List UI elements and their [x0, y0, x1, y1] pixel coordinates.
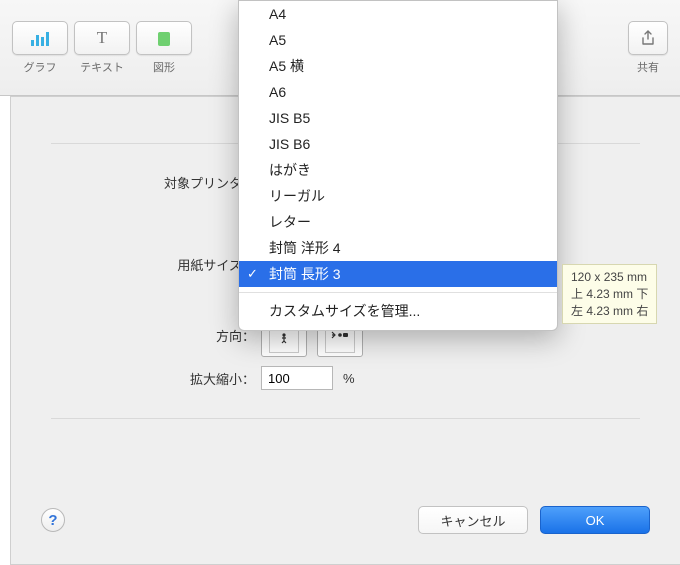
paper-size-option[interactable]: A5: [239, 27, 557, 53]
toolbar-label: 共有: [637, 59, 659, 75]
help-button[interactable]: ?: [41, 508, 65, 532]
toolbar-label: 図形: [153, 59, 175, 75]
toolbar-item-chart[interactable]: グラフ: [12, 21, 68, 75]
toolbar-label: グラフ: [24, 59, 57, 75]
share-icon: [640, 30, 656, 46]
paper-size-dropdown: A4 A5 A5 横 A6 JIS B5 JIS B6 はがきリーガルレター封筒 洋形 4 ✓…: [238, 0, 558, 331]
toolbar-label: テキスト: [80, 59, 124, 75]
paper-size-option[interactable]: JIS B6: [239, 131, 557, 157]
scale-row: 拡大縮小： %: [11, 360, 680, 396]
paper-size-option-label: A5 横: [269, 56, 304, 76]
paper-size-option[interactable]: 封筒 洋形 4: [239, 235, 557, 261]
paper-size-option[interactable]: A6: [239, 79, 557, 105]
orientation-label: 方向：: [11, 326, 261, 345]
paper-size-option[interactable]: リーガル: [239, 183, 557, 209]
chart-button[interactable]: [12, 21, 68, 55]
toolbar-item-text[interactable]: T テキスト: [74, 21, 130, 75]
paper-size-option-label: A6: [269, 84, 286, 100]
paper-size-option-label: 封筒 洋形 4: [269, 238, 341, 258]
cancel-button[interactable]: キャンセル: [418, 506, 528, 534]
manage-custom-sizes-option[interactable]: カスタムサイズを管理...: [239, 298, 557, 324]
toolbar-item-shape[interactable]: 図形: [136, 21, 192, 75]
paper-size-option-label: A5: [269, 32, 286, 48]
chart-icon: [31, 30, 49, 46]
paper-size-option-label: A4: [269, 6, 286, 22]
tooltip-line: 上 4.23 mm 下: [571, 286, 648, 303]
share-button[interactable]: [628, 21, 668, 55]
paper-size-option-label: リーガル: [269, 186, 325, 206]
dialog-button-bar: ? キャンセル OK: [11, 506, 680, 534]
text-icon: T: [97, 28, 107, 48]
tooltip-line: 120 x 235 mm: [571, 269, 648, 286]
toolbar-item-share[interactable]: 共有: [628, 21, 668, 75]
checkmark-icon: ✓: [247, 266, 258, 282]
paper-size-tooltip: 120 x 235 mm 上 4.23 mm 下 左 4.23 mm 右: [562, 264, 657, 324]
shape-button[interactable]: [136, 21, 192, 55]
paper-size-option[interactable]: JIS B5: [239, 105, 557, 131]
tooltip-line: 左 4.23 mm 右: [571, 303, 648, 320]
paper-size-option-label: レター: [269, 212, 311, 232]
paper-size-option[interactable]: ✓ 封筒 長形 3: [239, 261, 557, 287]
text-button[interactable]: T: [74, 21, 130, 55]
scale-unit: %: [343, 371, 355, 386]
paper-size-option[interactable]: A5 横: [239, 53, 557, 79]
paper-size-option[interactable]: A4: [239, 1, 557, 27]
paper-size-option-label: JIS B5: [269, 110, 310, 126]
paper-size-option[interactable]: レター: [239, 209, 557, 235]
scale-input[interactable]: [261, 366, 333, 390]
printer-label: 対象プリンタ：: [11, 173, 261, 192]
paper-size-label: 用紙サイズ：: [11, 255, 261, 274]
ok-button[interactable]: OK: [540, 506, 650, 534]
paper-size-option-label: 封筒 長形 3: [269, 264, 341, 284]
menu-separator: [239, 292, 557, 293]
scale-label: 拡大縮小：: [11, 369, 261, 388]
paper-size-option[interactable]: はがき: [239, 157, 557, 183]
paper-size-option-label: はがき: [269, 160, 311, 180]
paper-size-option-label: JIS B6: [269, 136, 310, 152]
shape-icon: [158, 30, 170, 46]
